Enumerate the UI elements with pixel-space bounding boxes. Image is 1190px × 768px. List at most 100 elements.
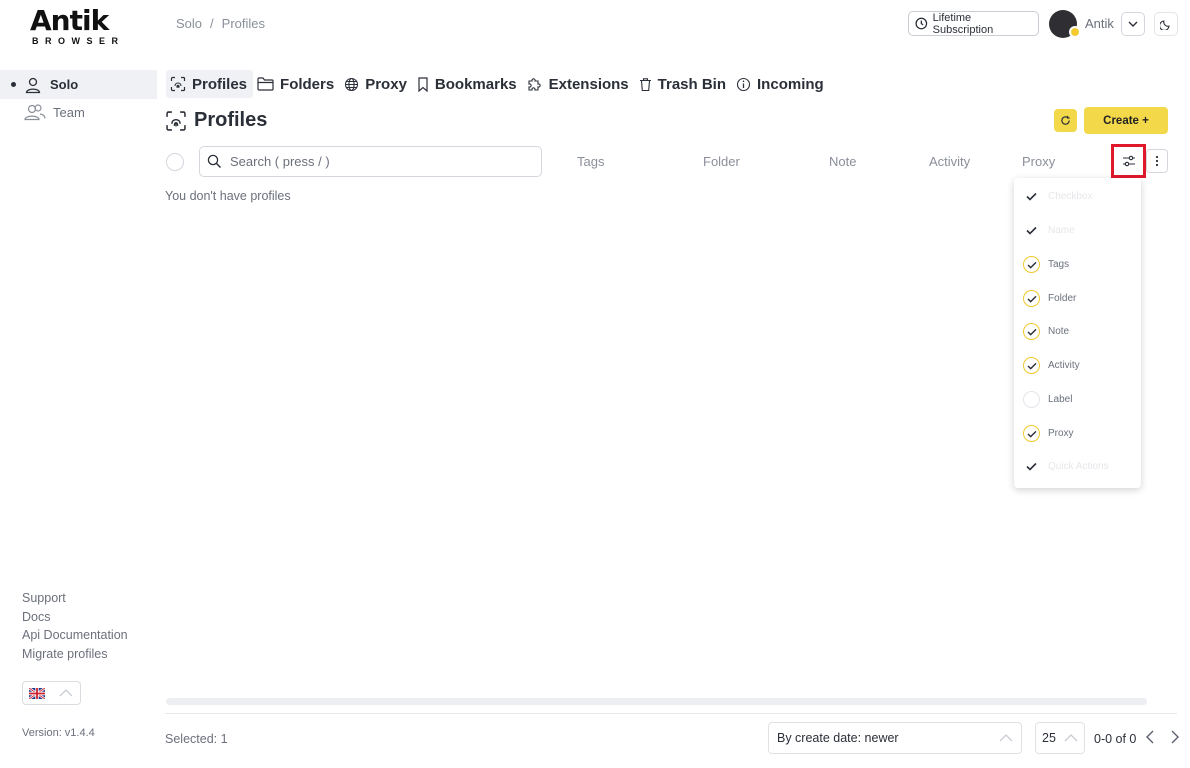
- trash-icon: [639, 77, 651, 91]
- tab-bookmarks[interactable]: Bookmarks: [413, 70, 523, 98]
- check-icon: [1023, 222, 1040, 239]
- fingerprint-icon: [170, 76, 186, 92]
- username[interactable]: Antik: [1085, 16, 1114, 31]
- empty-circle-icon: [1023, 391, 1040, 408]
- sidebar-item-label: Team: [53, 104, 85, 120]
- docs-link[interactable]: Docs: [22, 608, 128, 627]
- empty-state-text: You don't have profiles: [165, 189, 291, 203]
- account-menu-button[interactable]: [1121, 12, 1145, 36]
- uk-flag-icon: [29, 687, 45, 699]
- sort-select[interactable]: By create date: newer: [768, 722, 1022, 754]
- refresh-button[interactable]: [1054, 109, 1077, 132]
- column-option-label[interactable]: Label: [1023, 391, 1072, 408]
- migrate-profiles-link[interactable]: Migrate profiles: [22, 645, 128, 664]
- highlight-box: [1111, 144, 1146, 178]
- breadcrumb-solo[interactable]: Solo: [176, 16, 202, 31]
- sort-value: By create date: newer: [777, 731, 899, 745]
- select-all-checkbox[interactable]: [166, 153, 184, 171]
- check-icon: [1023, 290, 1040, 307]
- version-text: Version: v1.4.4: [22, 727, 95, 739]
- chevron-up-icon: [1064, 734, 1078, 742]
- column-header-folder[interactable]: Folder: [703, 154, 740, 169]
- breadcrumb-profiles: Profiles: [221, 16, 266, 31]
- globe-icon: [345, 77, 359, 91]
- chevron-up-icon: [999, 734, 1013, 742]
- tab-label: Trash Bin: [657, 75, 727, 93]
- search-icon: [207, 154, 221, 168]
- column-option-name: Name: [1023, 222, 1075, 239]
- chevron-up-icon: [59, 689, 73, 697]
- sidebar-item-team[interactable]: Team: [23, 103, 85, 121]
- check-icon: [1023, 425, 1040, 442]
- info-icon: [736, 77, 751, 91]
- breadcrumb: Solo / Profiles: [176, 16, 265, 31]
- antik-logo: Antik BROWSER: [30, 4, 125, 47]
- check-icon: [1023, 323, 1040, 340]
- language-selector[interactable]: [22, 681, 81, 705]
- puzzle-icon: [528, 78, 541, 91]
- page-title: Profiles: [165, 109, 267, 132]
- column-option-note[interactable]: Note: [1023, 323, 1069, 340]
- chevron-left-icon: [1146, 730, 1154, 744]
- tab-label: Profiles: [192, 75, 248, 93]
- tab-extensions[interactable]: Extensions: [523, 70, 635, 98]
- column-option-proxy[interactable]: Proxy: [1023, 425, 1074, 442]
- folder-icon: [257, 77, 274, 91]
- chevron-down-icon: [1128, 21, 1138, 27]
- subscription-label: Lifetime Subscription: [932, 11, 994, 36]
- check-icon: [1023, 458, 1040, 475]
- chevron-right-icon: [1171, 730, 1179, 744]
- tab-folders[interactable]: Folders: [253, 70, 340, 98]
- check-icon: [1023, 188, 1040, 205]
- search-input[interactable]: [230, 154, 530, 169]
- users-icon: [24, 104, 46, 121]
- theme-toggle-button[interactable]: [1154, 12, 1178, 36]
- bookmark-icon: [418, 76, 428, 92]
- support-link[interactable]: Support: [22, 589, 128, 608]
- tab-label: Incoming: [757, 75, 824, 93]
- next-page-button[interactable]: [1168, 729, 1182, 745]
- active-dot: [11, 82, 16, 87]
- api-documentation-link[interactable]: Api Documentation: [22, 626, 128, 645]
- kebab-icon: [1155, 155, 1159, 167]
- create-button[interactable]: Create +: [1084, 107, 1168, 134]
- refresh-icon: [1061, 115, 1070, 125]
- page-title-text: Profiles: [194, 109, 268, 131]
- logo-text: Antik: [30, 4, 109, 37]
- per-page-value: 25: [1042, 731, 1056, 745]
- tab-profiles[interactable]: Profiles: [166, 70, 254, 98]
- more-options-button[interactable]: [1146, 149, 1168, 173]
- tab-bar: Profiles Folders Proxy Bookmarks Extensi…: [166, 70, 830, 98]
- per-page-select[interactable]: 25: [1035, 722, 1085, 754]
- tab-label: Extensions: [548, 75, 629, 93]
- lifetime-subscription-button[interactable]: Lifetime Subscription: [908, 11, 1039, 36]
- column-header-activity[interactable]: Activity: [929, 154, 970, 169]
- horizontal-scrollbar[interactable]: [166, 698, 1147, 705]
- divider: [165, 713, 1177, 714]
- breadcrumb-separator: /: [210, 16, 214, 31]
- avatar-badge: [1069, 26, 1081, 38]
- tab-label: Proxy: [365, 75, 407, 93]
- user-icon: [25, 77, 41, 93]
- tab-proxy[interactable]: Proxy: [340, 70, 413, 98]
- column-option-activity[interactable]: Activity: [1023, 357, 1080, 374]
- clock-icon: [915, 17, 928, 30]
- search-field[interactable]: [199, 146, 542, 177]
- tab-label: Folders: [280, 75, 335, 93]
- check-icon: [1023, 357, 1040, 374]
- column-header-proxy[interactable]: Proxy: [1022, 154, 1055, 169]
- column-option-quick-actions: Quick Actions: [1023, 458, 1109, 475]
- prev-page-button[interactable]: [1143, 729, 1157, 745]
- sidebar-item-solo[interactable]: Solo: [0, 70, 157, 99]
- sidebar-item-label: Solo: [50, 77, 79, 92]
- selected-count: Selected: 1: [165, 732, 228, 746]
- column-option-folder[interactable]: Folder: [1023, 290, 1076, 307]
- tab-label: Bookmarks: [434, 75, 517, 93]
- tab-trash-bin[interactable]: Trash Bin: [635, 70, 732, 98]
- column-option-tags[interactable]: Tags: [1023, 256, 1069, 273]
- fingerprint-icon: [166, 110, 186, 131]
- column-header-note[interactable]: Note: [829, 154, 856, 169]
- tab-incoming[interactable]: Incoming: [732, 70, 830, 98]
- column-header-tags[interactable]: Tags: [577, 154, 604, 169]
- moon-icon: [1160, 20, 1170, 30]
